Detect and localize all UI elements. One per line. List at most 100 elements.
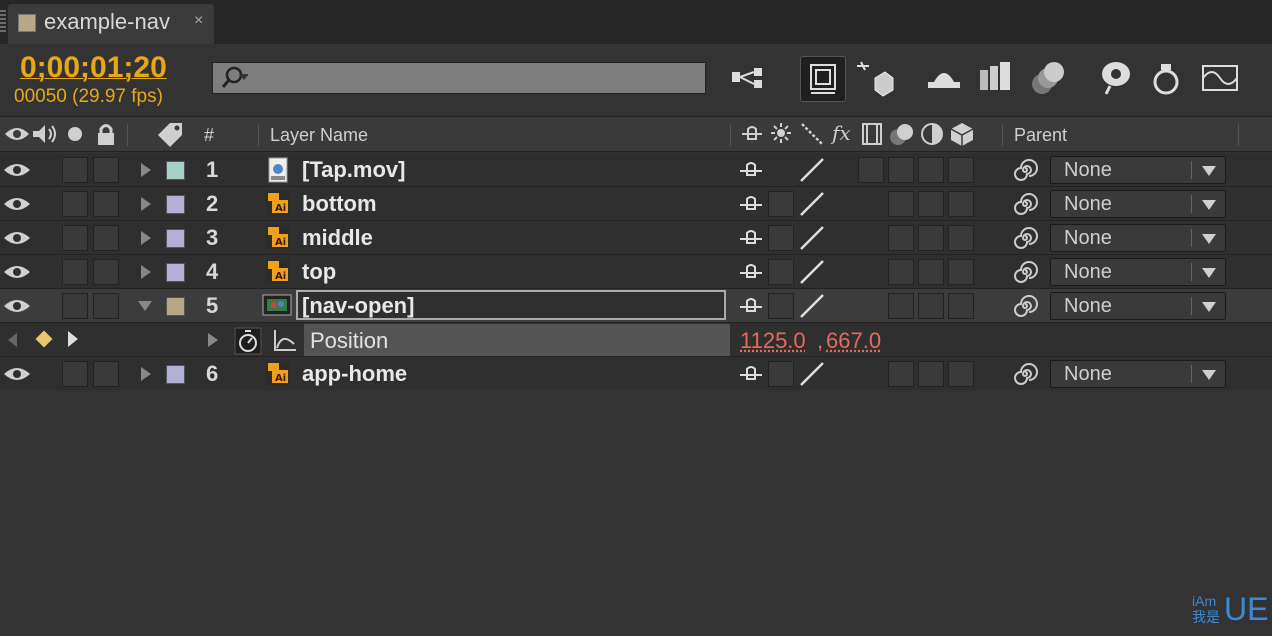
layer-row-5[interactable]: 5 [nav-open] None — [0, 289, 1272, 323]
chevron-down-icon[interactable] — [1202, 200, 1216, 210]
tab-close-button[interactable]: × — [194, 12, 203, 30]
quality-switch-icon[interactable] — [798, 191, 826, 217]
pick-whip-icon[interactable] — [1012, 293, 1038, 319]
layer-label-color[interactable] — [166, 263, 185, 282]
3d-layer-toggle[interactable] — [948, 259, 974, 285]
collapse-transform-toggle[interactable] — [768, 259, 794, 285]
layer-name[interactable]: middle — [302, 225, 373, 251]
graph-editor-icon[interactable] — [1200, 58, 1240, 98]
lock-toggle[interactable] — [93, 293, 119, 319]
auto-keyframe-icon[interactable] — [1146, 58, 1186, 98]
brainstorm-icon[interactable] — [1096, 58, 1136, 98]
video-visibility-toggle-icon[interactable] — [3, 365, 31, 383]
3d-layer-toggle[interactable] — [948, 361, 974, 387]
lock-toggle[interactable] — [93, 361, 119, 387]
motion-blur-toggle[interactable] — [888, 157, 914, 183]
3d-layer-toggle[interactable] — [948, 293, 974, 319]
video-visibility-toggle-icon[interactable] — [3, 195, 31, 213]
motion-blur-switch-icon[interactable] — [889, 122, 915, 146]
shy-switch-icon[interactable] — [738, 159, 764, 181]
audio-toggle[interactable] — [62, 361, 88, 387]
adjustment-toggle[interactable] — [918, 225, 944, 251]
composition-mini-flowchart-icon[interactable] — [728, 58, 768, 98]
audio-toggle[interactable] — [62, 225, 88, 251]
layer-label-color[interactable] — [166, 365, 185, 384]
graph-icon[interactable] — [272, 328, 298, 352]
layer-label-color[interactable] — [166, 195, 185, 214]
current-time-display[interactable]: 0;00;01;20 — [20, 51, 167, 85]
quality-switch-icon[interactable] — [798, 259, 826, 285]
chevron-down-icon[interactable] — [1202, 234, 1216, 244]
quality-switch-icon[interactable] — [798, 157, 826, 183]
layer-label-color[interactable] — [166, 161, 185, 180]
video-visibility-toggle-icon[interactable] — [3, 161, 31, 179]
motion-blur-toggle[interactable] — [888, 293, 914, 319]
solo-icon[interactable] — [68, 127, 82, 141]
adjustment-layer-icon[interactable] — [920, 122, 944, 146]
layer-name[interactable]: app-home — [302, 361, 407, 387]
panel-grip-handle[interactable] — [0, 10, 6, 32]
frame-blending-icon[interactable] — [976, 58, 1016, 98]
audio-icon[interactable] — [31, 123, 59, 145]
quality-switch-icon[interactable] — [798, 225, 826, 251]
3d-layer-toggle[interactable] — [948, 225, 974, 251]
motion-blur-icon[interactable] — [1028, 58, 1068, 98]
video-visibility-toggle-icon[interactable] — [3, 229, 31, 247]
adjustment-toggle[interactable] — [918, 361, 944, 387]
layer-row-2[interactable]: 2 Ai bottom None — [0, 187, 1272, 221]
lock-toggle[interactable] — [93, 259, 119, 285]
chevron-down-icon[interactable] — [1202, 166, 1216, 176]
audio-toggle[interactable] — [62, 157, 88, 183]
layer-name[interactable]: [Tap.mov] — [302, 157, 405, 183]
pick-whip-icon[interactable] — [1012, 361, 1038, 387]
chevron-down-icon[interactable] — [1202, 302, 1216, 312]
shy-switch-icon[interactable] — [740, 126, 764, 142]
shy-switch-icon[interactable] — [738, 261, 764, 283]
quality-switch-icon[interactable] — [798, 293, 826, 319]
previous-keyframe-icon[interactable] — [8, 333, 17, 347]
layer-name[interactable]: bottom — [302, 191, 377, 217]
position-x-value[interactable]: 1125.0 — [740, 328, 806, 354]
3d-layer-toggle[interactable] — [948, 157, 974, 183]
search-icon[interactable] — [220, 64, 248, 92]
collapse-transform-toggle[interactable] — [768, 361, 794, 387]
stopwatch-icon[interactable] — [234, 327, 262, 355]
pick-whip-icon[interactable] — [1012, 259, 1038, 285]
layer-name[interactable]: [nav-open] — [302, 293, 414, 319]
quality-icon[interactable] — [800, 122, 824, 146]
collapse-transform-toggle[interactable] — [768, 225, 794, 251]
adjustment-toggle[interactable] — [918, 293, 944, 319]
layer-name[interactable]: top — [302, 259, 336, 285]
lock-toggle[interactable] — [93, 225, 119, 251]
pick-whip-icon[interactable] — [1012, 191, 1038, 217]
shy-switch-icon[interactable] — [738, 227, 764, 249]
collapse-transform-icon[interactable] — [770, 122, 792, 144]
pick-whip-icon[interactable] — [1012, 225, 1038, 251]
shy-switch-icon[interactable] — [738, 295, 764, 317]
collapse-transform-toggle[interactable] — [768, 191, 794, 217]
column-header-parent[interactable]: Parent — [1014, 125, 1067, 146]
layer-row-1[interactable]: 1 [Tap.mov] None — [0, 153, 1272, 187]
label-tag-icon[interactable] — [156, 121, 186, 147]
audio-toggle[interactable] — [62, 191, 88, 217]
video-visibility-icon[interactable] — [4, 125, 30, 143]
frame-blend-toggle[interactable] — [858, 157, 884, 183]
3d-layer-switch-icon[interactable] — [949, 121, 975, 147]
motion-blur-toggle[interactable] — [888, 259, 914, 285]
adjustment-toggle[interactable] — [918, 191, 944, 217]
expand-layer-icon[interactable] — [141, 231, 151, 245]
3d-layer-toggle[interactable] — [948, 191, 974, 217]
layer-row-3[interactable]: 3 Ai middle None — [0, 221, 1272, 255]
chevron-down-icon[interactable] — [1202, 370, 1216, 380]
pick-whip-icon[interactable] — [1012, 157, 1038, 183]
quality-switch-icon[interactable] — [798, 361, 826, 387]
column-header-layer-name[interactable]: Layer Name — [270, 125, 368, 146]
column-header-number[interactable]: # — [204, 125, 214, 146]
frame-blend-switch-icon[interactable] — [860, 122, 884, 146]
shy-switch-icon[interactable] — [738, 193, 764, 215]
position-y-value[interactable]: 667.0 — [826, 328, 881, 354]
motion-blur-toggle[interactable] — [888, 191, 914, 217]
shy-switch-icon[interactable] — [738, 363, 764, 385]
layer-row-4[interactable]: 4 Ai top None — [0, 255, 1272, 289]
property-expand-icon[interactable] — [208, 333, 218, 347]
